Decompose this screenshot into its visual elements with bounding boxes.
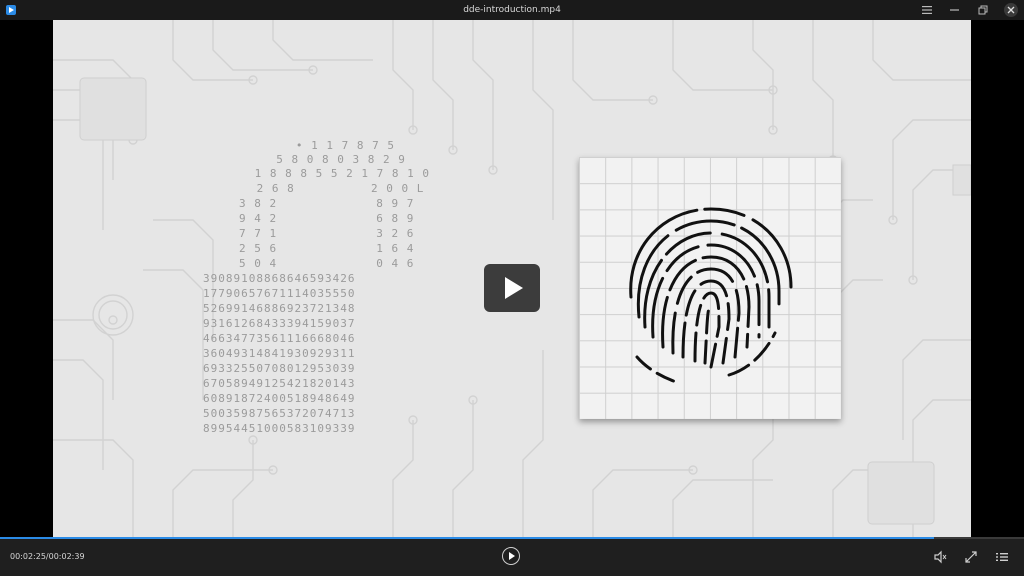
control-bar: 00:02:25/00:02:39	[0, 539, 1024, 576]
playlist-icon	[996, 553, 1008, 561]
lock-digits-row: 7 7 1 3 2 6	[239, 227, 415, 240]
playlist-button[interactable]	[995, 549, 1009, 563]
minimize-button[interactable]	[948, 3, 962, 17]
lock-digits-row: 46634773561116668046	[203, 332, 356, 345]
lock-digits-row: 2 5 6 1 6 4	[239, 242, 415, 255]
lock-digits-row: 5 8 0 8 0 3 8 2 9	[261, 153, 414, 166]
lock-digits-row: 9 4 2 6 8 9	[239, 212, 415, 225]
volume-button[interactable]	[933, 549, 947, 564]
lock-digits-row: 52699146886923721348	[203, 302, 356, 315]
time-display: 00:02:25/00:02:39	[10, 552, 85, 561]
menu-icon	[922, 6, 932, 14]
lock-digits-row: 67058949125421820143	[203, 377, 356, 390]
lock-digits-row: 69332550708012953039	[203, 362, 356, 375]
lock-digits-row: 17790657671114035550	[203, 287, 356, 300]
window-title: dde-introduction.mp4	[463, 5, 561, 15]
close-icon	[1007, 6, 1015, 14]
fullscreen-button[interactable]	[964, 549, 978, 563]
close-button[interactable]	[1004, 3, 1018, 17]
lock-digits-row: 2 6 8 2 0 0 L	[249, 182, 425, 195]
lock-digits-row: 3 8 2 8 9 7	[239, 197, 415, 210]
lock-digits-row: 60891872400518948649	[203, 392, 356, 405]
fingerprint-icon	[629, 207, 793, 385]
fingerprint-card	[579, 157, 841, 419]
lock-digits-row: 39089108868646593426	[203, 272, 356, 285]
menu-button[interactable]	[920, 3, 934, 17]
volume-icon	[934, 550, 947, 564]
lock-digits-row: 5 0 4 0 4 6	[239, 257, 415, 270]
lock-digits-row: 36049314841930929311	[203, 347, 356, 360]
window-controls	[920, 0, 1018, 20]
lock-digits-row: • 1 1 7 8 7 5	[273, 139, 418, 152]
video-frame[interactable]: • 1 1 7 8 7 5 5 8 0 8 0 3 8 2 9 1 8 8 8 …	[53, 20, 971, 537]
lock-digits-row: 93161268433394159037	[203, 317, 356, 330]
lock-digits-row: 50035987565372074713	[203, 407, 356, 420]
restore-icon	[978, 5, 988, 15]
play-button[interactable]	[502, 547, 520, 565]
digit-lock-graphic: • 1 1 7 8 7 5 5 8 0 8 0 3 8 2 9 1 8 8 8 …	[203, 139, 443, 435]
fullscreen-icon	[965, 551, 977, 563]
lock-digits-row: 89954451000583109339	[203, 422, 356, 435]
lock-digits-row: 1 8 8 8 5 5 2 1 7 8 1 0	[247, 167, 430, 180]
center-play-button[interactable]	[484, 264, 540, 312]
title-bar: dde-introduction.mp4	[0, 0, 1024, 20]
minimize-icon	[950, 9, 959, 11]
restore-button[interactable]	[976, 3, 990, 17]
